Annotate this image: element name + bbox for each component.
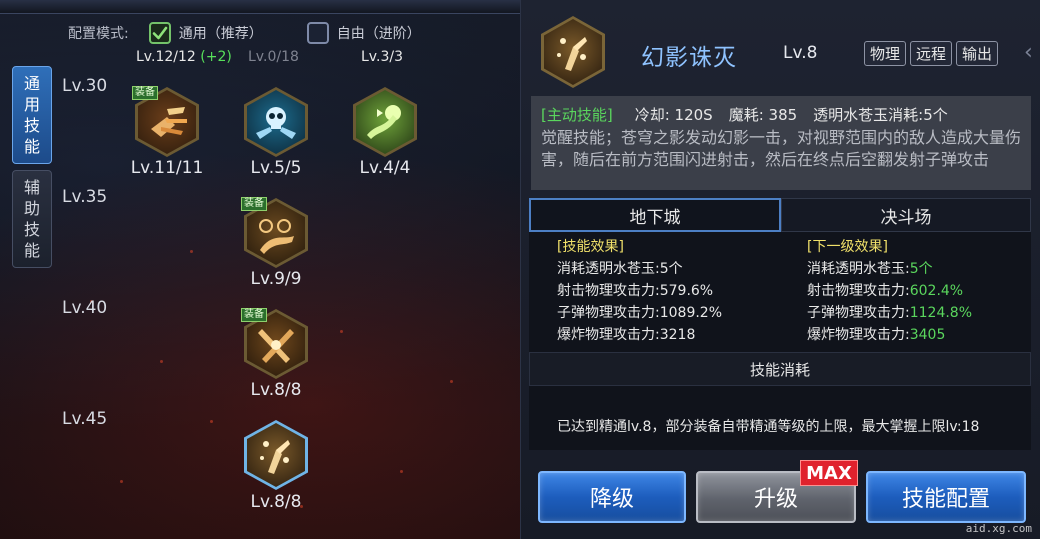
skill-slot-crosshair-slash[interactable]: 装备 — [241, 197, 308, 272]
downgrade-button[interactable]: 降级 — [538, 471, 686, 523]
skill-level-skull-guns: Lv.5/5 — [250, 158, 302, 178]
phantom-strike-icon — [260, 440, 290, 474]
tag-physical: 物理 — [864, 41, 907, 66]
effect-line: 子弹物理攻击力:1124.8% — [807, 305, 973, 321]
next-level-effects: [下一级效果] 消耗透明水苍玉:5个 射击物理攻击力:602.4% 子弹物理攻击… — [807, 236, 972, 346]
effect-line: 消耗透明水苍玉:5个 — [807, 261, 933, 277]
side-tab-char: 用 — [23, 95, 40, 114]
cross-blade-icon — [258, 329, 294, 363]
tab-support-skills[interactable]: 辅助技能 — [12, 170, 52, 268]
skill-slot-skull-guns[interactable] — [244, 87, 308, 161]
config-mode-label: 配置模式: — [68, 26, 129, 42]
check-icon — [152, 26, 168, 40]
equip-badge: 装备 — [241, 308, 267, 322]
equip-badge: 装备 — [241, 197, 267, 211]
active-skill-tag: [主动技能] — [541, 106, 613, 124]
cooldown: 冷却: 120S — [634, 106, 713, 124]
tag-damage: 输出 — [956, 41, 999, 66]
equip-badge: 装备 — [132, 86, 158, 100]
skill-level-phantom-strike: Lv.8/8 — [250, 492, 302, 512]
mp-cost: 魔耗: 385 — [728, 106, 798, 124]
skill-level-crosshair-slash: Lv.9/9 — [250, 269, 302, 289]
skill-effects: [技能效果] 消耗透明水苍玉:5个 射击物理攻击力:579.6% 子弹物理攻击力… — [529, 232, 1031, 352]
green-blast-icon — [367, 105, 401, 139]
skill-cost-body: 已达到精通lv.8，部分装备自带精通等级的上限，最大掌握上限lv:18 — [529, 386, 1031, 450]
skill-cost-header: 技能消耗 — [529, 352, 1031, 386]
sp-counts: Lv.12/12 (+2) Lv.0/18 Lv.3/3 — [0, 49, 520, 67]
next-effects-header: [下一级效果] — [807, 239, 888, 255]
effect-line: 射击物理攻击力:579.6% — [557, 283, 714, 299]
config-mode-row: 配置模式: 通用（推荐） 自由（进阶） — [68, 22, 465, 44]
mode-general-option[interactable]: 通用（推荐） — [148, 22, 263, 44]
game-screen: 配置模式: 通用（推荐） 自由（进阶） Lv.12/12 (+2) Lv.0/1… — [0, 0, 1040, 539]
skill-description: 觉醒技能；苍穹之影发动幻影一击，对视野范围内的敌人造成大量伤害，随后在前方范围闪… — [541, 128, 1022, 169]
skill-level-rapid-fire: Lv.11/11 — [130, 158, 204, 178]
side-tab-char: 技 — [23, 220, 40, 239]
current-effects-header: [技能效果] — [557, 239, 624, 255]
rapid-fire-icon — [151, 107, 187, 137]
effect-line: 射击物理攻击力:602.4% — [807, 283, 964, 299]
count-first: Lv.12/12 (+2) — [136, 49, 232, 65]
mastery-text: 已达到精通lv.8，部分装备自带精通等级的上限，最大掌握上限lv:18 — [557, 419, 980, 435]
count-first-value: Lv.12/12 — [136, 49, 196, 65]
skill-stats-line: [主动技能] 冷却: 120S 魔耗: 385 透明水苍玉消耗:5个 — [541, 104, 1021, 125]
phantom-strike-icon — [557, 37, 587, 71]
crosshair-slash-icon — [259, 219, 294, 254]
mode-general-label: 通用（推荐） — [178, 26, 263, 42]
current-effects: [技能效果] 消耗透明水苍玉:5个 射击物理攻击力:579.6% 子弹物理攻击力… — [557, 236, 722, 346]
mode-free-option[interactable]: 自由（进阶） — [306, 22, 421, 44]
side-tab-char: 技 — [23, 116, 40, 135]
skill-tree-panel: 配置模式: 通用（推荐） 自由（进阶） Lv.12/12 (+2) Lv.0/1… — [0, 0, 520, 539]
mode-free-label: 自由（进阶） — [336, 26, 421, 42]
tab-general-skills[interactable]: 通用技能 — [12, 66, 52, 164]
tab-dungeon[interactable]: 地下城 — [529, 198, 781, 232]
row-label-lv45: Lv.45 — [62, 409, 108, 429]
effect-line: 爆炸物理攻击力:3218 — [557, 327, 696, 343]
skill-detail-level: Lv.8 — [783, 43, 818, 63]
skill-level-green-blast: Lv.4/4 — [359, 158, 411, 178]
row-label-lv35: Lv.35 — [62, 187, 108, 207]
chevron-left-icon[interactable]: ‹ — [1024, 40, 1038, 66]
skill-detail-panel: 幻影诛灭 Lv.8 物理 远程 输出 ‹ [主动技能] 冷却: 120S 魔耗:… — [520, 0, 1040, 539]
free-checkbox[interactable] — [306, 22, 329, 44]
side-tab-char: 辅 — [23, 178, 40, 197]
skull-guns-icon — [256, 107, 296, 139]
count-second: Lv.0/18 — [248, 49, 299, 65]
count-third: Lv.3/3 — [361, 49, 403, 65]
row-label-lv40: Lv.40 — [62, 298, 108, 318]
side-tabs: 通用技能 辅助技能 — [12, 66, 52, 274]
skill-name: 幻影诛灭 — [641, 45, 737, 71]
watermark: aid.xg.com — [965, 522, 1032, 535]
side-tab-char: 通 — [23, 74, 40, 93]
effect-line: 消耗透明水苍玉:5个 — [557, 261, 683, 277]
count-first-plus: (+2) — [200, 49, 232, 65]
selected-skill-icon — [541, 16, 605, 88]
general-checkbox[interactable] — [148, 22, 171, 44]
skill-slot-green-blast[interactable] — [353, 87, 417, 161]
skill-config-button[interactable]: 技能配置 — [866, 471, 1026, 523]
side-tab-char: 助 — [23, 199, 40, 218]
skill-slot-cross-blade[interactable]: 装备 — [241, 308, 308, 383]
skill-slot-rapid-fire[interactable]: 装备 — [132, 86, 199, 161]
effect-line: 爆炸物理攻击力:3405 — [807, 327, 946, 343]
skill-info-box[interactable]: [主动技能] 冷却: 120S 魔耗: 385 透明水苍玉消耗:5个 觉醒技能；… — [531, 96, 1031, 190]
skill-level-cross-blade: Lv.8/8 — [250, 380, 302, 400]
side-tab-char: 能 — [23, 137, 40, 156]
max-badge: MAX — [800, 460, 858, 486]
effect-line: 子弹物理攻击力:1089.2% — [557, 305, 723, 321]
mode-tabs: 地下城 决斗场 — [529, 198, 1031, 232]
tag-ranged: 远程 — [910, 41, 953, 66]
skill-slot-phantom-strike[interactable] — [244, 420, 308, 494]
side-tab-char: 能 — [23, 241, 40, 260]
row-label-lv30: Lv.30 — [62, 76, 108, 96]
jade-cost: 透明水苍玉消耗:5个 — [813, 106, 948, 124]
skill-tags: 物理 远程 输出 — [864, 41, 999, 66]
tab-pvp-arena[interactable]: 决斗场 — [781, 198, 1031, 232]
